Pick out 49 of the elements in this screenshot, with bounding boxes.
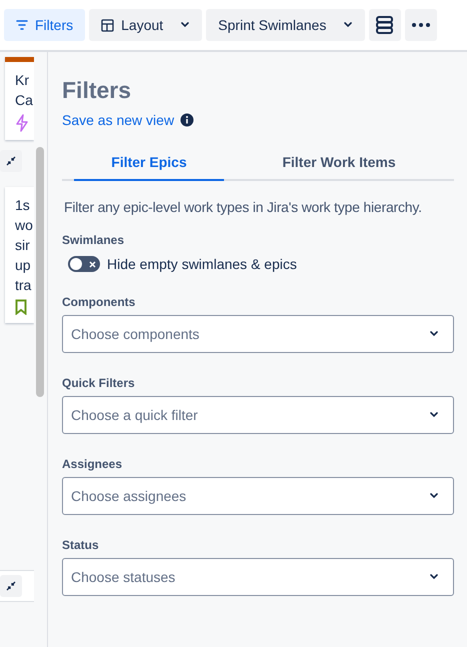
chevron-down-icon	[429, 493, 439, 499]
layout-icon	[101, 18, 114, 32]
toolbar-button[interactable]: Sprint Swimlanes	[206, 9, 366, 41]
toggle-switch[interactable]	[68, 256, 100, 272]
scrollbar-thumb[interactable]	[36, 147, 44, 397]
panel-title: Filters	[62, 76, 132, 104]
info-icon[interactable]	[180, 113, 194, 127]
chevron-down-icon	[429, 574, 439, 580]
select-field[interactable]: Choose statuses	[62, 558, 454, 596]
chevron-down-icon	[429, 412, 439, 418]
card-text: wo	[15, 216, 34, 235]
tab[interactable]: Filter Epics	[74, 146, 224, 181]
select-field[interactable]: Choose a quick filter	[62, 396, 454, 434]
more-button[interactable]	[405, 9, 438, 41]
description-text: Filter any epic-level work types in Jira's work type hierarchy.	[64, 199, 423, 215]
stack-button[interactable]	[369, 9, 402, 41]
filter-icon	[16, 20, 28, 30]
field-label: Status	[62, 538, 100, 552]
bookmark-icon	[15, 299, 27, 315]
card-text: up	[15, 256, 32, 275]
field-label: Quick Filters	[62, 376, 136, 390]
toolbar-button[interactable]: Layout	[89, 9, 202, 41]
card-text: 1s	[15, 196, 31, 215]
stack-icon	[375, 15, 396, 35]
lightning-icon	[15, 114, 29, 132]
select-field[interactable]: Choose assignees	[62, 477, 454, 515]
chevron-down-icon	[343, 22, 354, 28]
collapse-button[interactable]	[0, 150, 22, 172]
save-view-link[interactable]: Save as new view	[62, 112, 174, 128]
more-icon	[412, 23, 430, 27]
cross-icon	[89, 260, 96, 268]
issue-card[interactable]: Kr Ca	[5, 57, 34, 140]
toggle-label: Hide empty swimlanes & epics	[107, 256, 297, 272]
chevron-down-icon	[180, 22, 190, 28]
card-text: sir	[15, 236, 31, 255]
card-text: tra	[15, 276, 32, 295]
select-field[interactable]: Choose components	[62, 315, 454, 353]
collapse-button[interactable]	[0, 575, 22, 597]
chevron-down-icon	[429, 331, 439, 337]
field-label: Assignees	[62, 457, 124, 471]
tab[interactable]: Filter Work Items	[224, 146, 454, 181]
field-label: Swimlanes	[62, 233, 126, 247]
card-text: Kr	[15, 71, 30, 90]
field-label: Components	[62, 295, 136, 309]
collapse-icon	[6, 581, 16, 591]
toolbar-button[interactable]: Filters	[4, 9, 86, 41]
collapse-icon	[6, 156, 16, 166]
issue-card[interactable]: 1s wo sir up tra	[5, 187, 34, 323]
card-text: Ca	[15, 91, 34, 110]
